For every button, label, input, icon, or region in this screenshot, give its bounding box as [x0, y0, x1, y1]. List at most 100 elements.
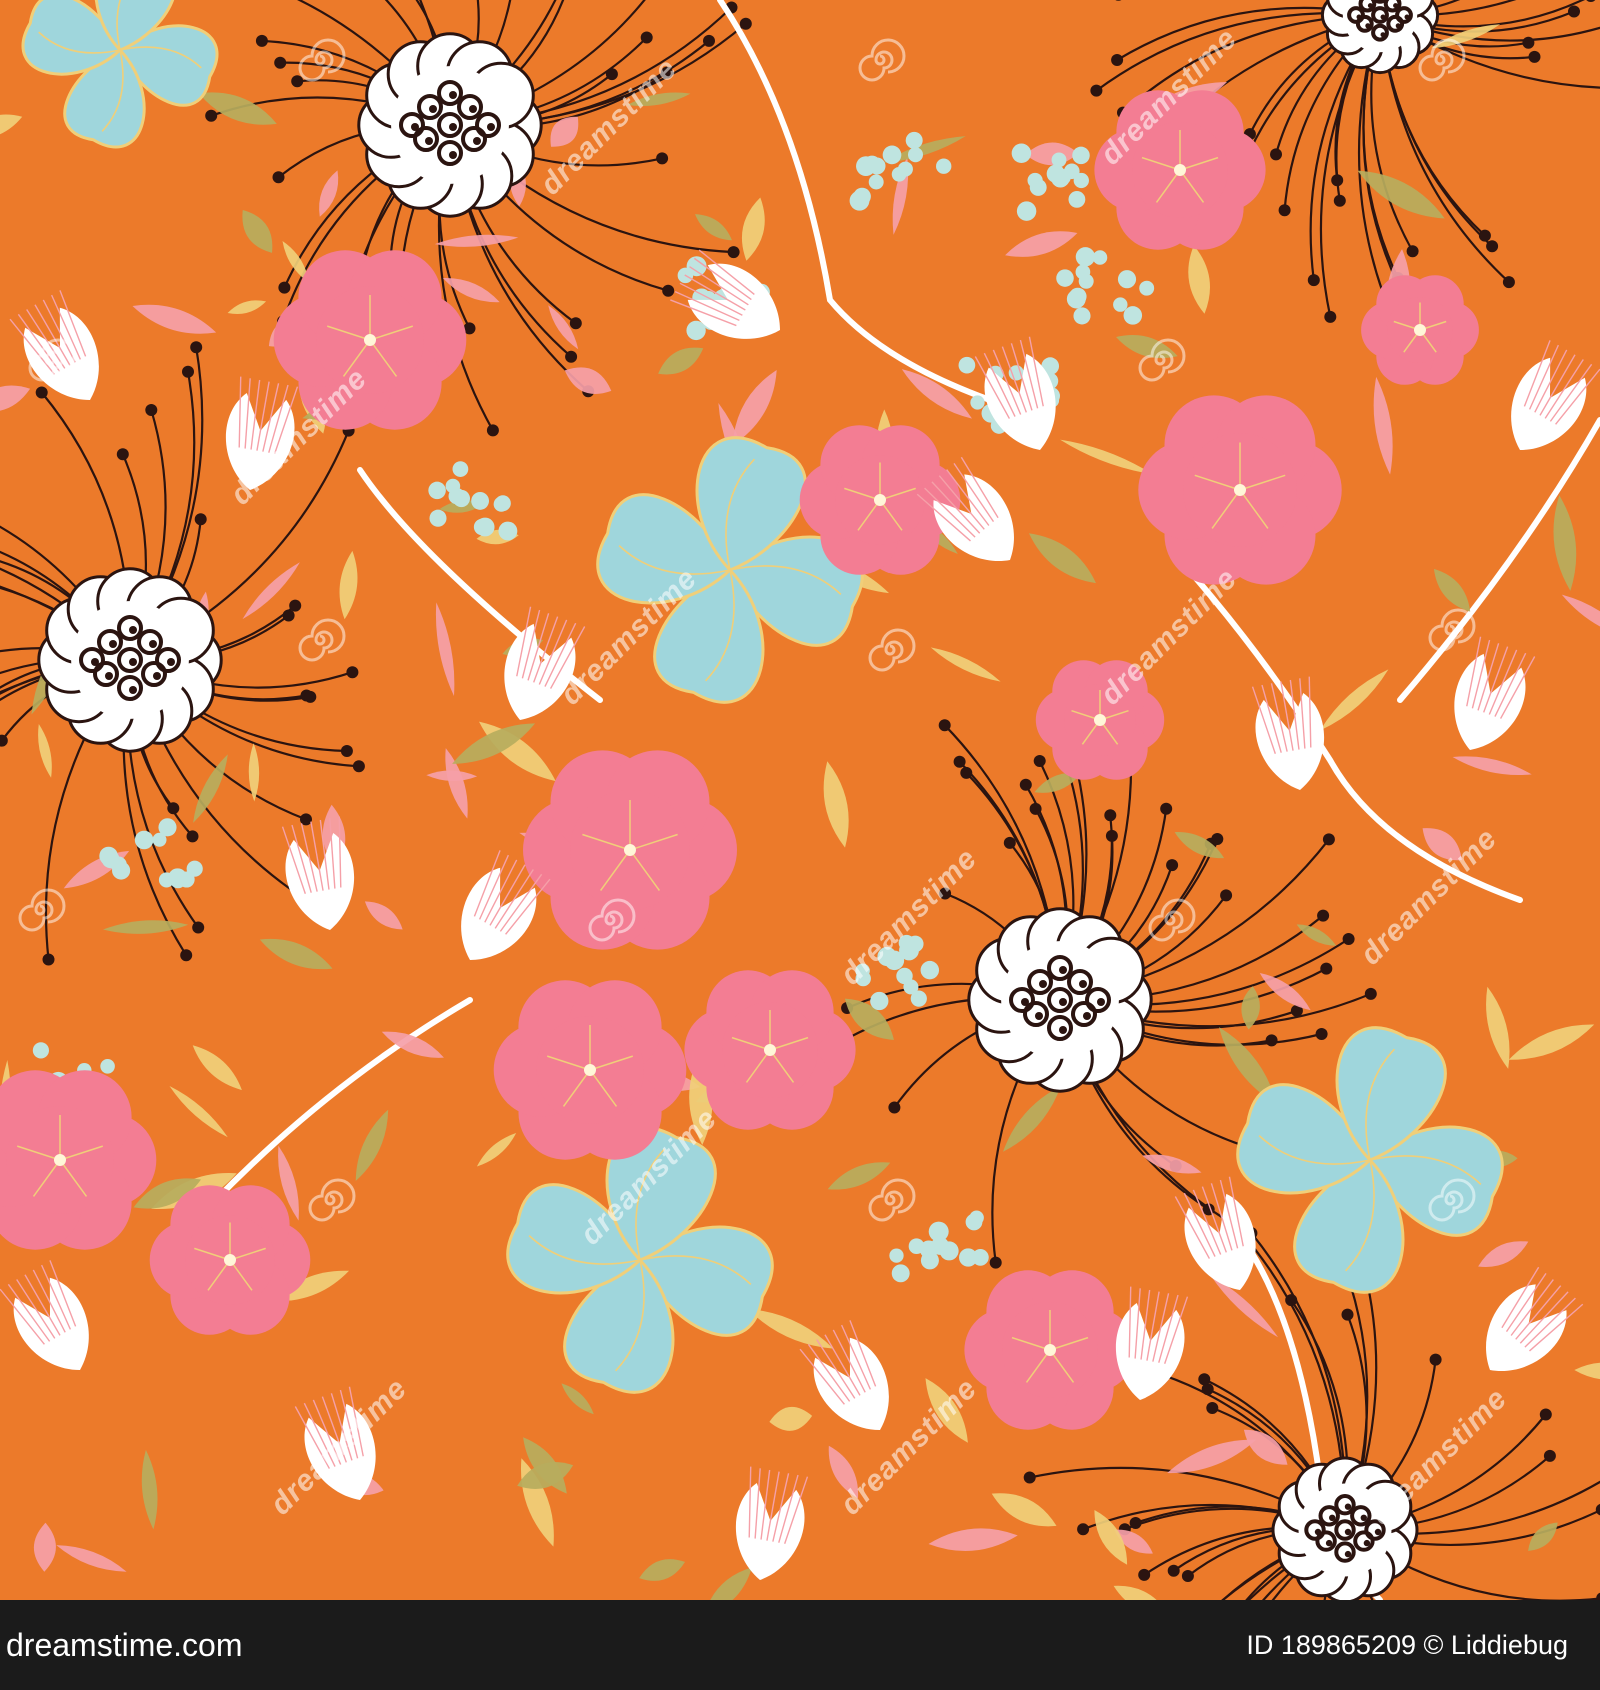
- stamen-dot: [1429, 1353, 1442, 1366]
- stamen-dot: [1206, 1402, 1219, 1414]
- doodle-dot: [153, 672, 161, 680]
- berry: [1139, 280, 1155, 296]
- swirl-watermark-icon: [868, 1178, 916, 1222]
- stamen-dot: [304, 690, 317, 703]
- berry: [1117, 270, 1137, 289]
- stamen-dot: [190, 341, 203, 354]
- doodle-dot: [473, 137, 481, 145]
- stamen-dot: [662, 284, 675, 297]
- stamen-dot: [989, 1256, 1002, 1269]
- pink-dot: [584, 1064, 596, 1076]
- berry: [1056, 269, 1074, 287]
- stamen-dot: [960, 766, 973, 779]
- berry: [186, 860, 203, 877]
- stamen-dot: [703, 34, 715, 47]
- berry: [429, 509, 447, 527]
- swirl-watermark-icon: [298, 38, 346, 82]
- berry: [498, 521, 518, 541]
- pink-dot: [764, 1044, 776, 1056]
- stamen-dot: [1270, 148, 1282, 161]
- doodle-dot: [1395, 23, 1401, 29]
- pink-dot: [874, 494, 886, 506]
- doodle-dot: [1380, 14, 1386, 20]
- swirl-watermark-icon: [1428, 1178, 1476, 1222]
- doodle-dot: [449, 91, 457, 99]
- pink-dot: [224, 1254, 236, 1266]
- stamen-dot: [1105, 829, 1118, 842]
- stamen-dot: [569, 317, 582, 330]
- doodle-dot: [429, 105, 437, 113]
- stamen-dot: [192, 921, 205, 934]
- berry: [452, 461, 469, 477]
- stamen-dot: [1160, 802, 1173, 815]
- footer-bar: dreamstime.com ID 189865209 © Liddiebug: [0, 1600, 1600, 1690]
- stamen-dot: [1278, 204, 1291, 217]
- berry: [494, 495, 511, 512]
- stamen-dot: [1003, 836, 1016, 849]
- berry: [870, 991, 889, 1011]
- berry: [882, 145, 902, 165]
- berry: [907, 147, 924, 163]
- stamen-dot: [1181, 1570, 1194, 1582]
- berry: [686, 320, 706, 341]
- doodle-dot: [1363, 1539, 1371, 1547]
- berry: [1011, 143, 1032, 163]
- berry: [168, 868, 188, 888]
- berry: [452, 489, 471, 508]
- berry: [897, 161, 913, 177]
- doodle-dot: [1097, 998, 1105, 1006]
- stamen-dot: [1342, 933, 1355, 945]
- doodle-dot: [129, 658, 137, 666]
- stamen-dot: [1543, 1449, 1556, 1462]
- doodle-dot: [1059, 1026, 1067, 1034]
- doodle-dot: [449, 123, 457, 131]
- pink-dot: [54, 1154, 66, 1166]
- berry: [152, 832, 167, 847]
- berry: [100, 1059, 115, 1074]
- swirl-watermark-icon: [1148, 898, 1196, 942]
- doodle-dot: [1325, 1539, 1333, 1547]
- stamen-dot: [1198, 1373, 1211, 1386]
- berry: [1113, 297, 1128, 312]
- berry: [919, 1240, 938, 1259]
- stamen-dot: [1220, 889, 1233, 902]
- pink-dot: [364, 334, 376, 346]
- doodle-dot: [1021, 998, 1029, 1006]
- swirl-watermark-icon: [298, 618, 346, 662]
- swirl-watermark-icon: [868, 628, 916, 672]
- doodle-dot: [167, 658, 175, 666]
- stamen-dot: [1539, 1408, 1552, 1421]
- berry: [1066, 289, 1086, 309]
- berry: [920, 960, 940, 980]
- stamen-dot: [167, 802, 180, 815]
- doodle-dot: [1356, 14, 1362, 20]
- stamen-dot: [1528, 50, 1541, 63]
- stamen-dot: [278, 281, 291, 294]
- stamen-dot: [1265, 1034, 1278, 1047]
- stamen-dot: [186, 830, 199, 843]
- stamen-dot: [205, 109, 218, 122]
- doodle-dot: [1059, 966, 1067, 974]
- stamen-dot: [1019, 778, 1032, 791]
- stamen-dot: [1478, 229, 1491, 242]
- pink-dot: [1174, 164, 1186, 176]
- stamen-dot: [1138, 1568, 1151, 1581]
- stamen-dot: [953, 755, 966, 768]
- stamen-dot: [1104, 809, 1117, 822]
- berry: [1027, 172, 1043, 188]
- stamen-dot: [1502, 276, 1515, 289]
- stamen-dot: [1029, 802, 1042, 815]
- swirl-watermark-icon: [1418, 38, 1466, 82]
- berry: [958, 356, 976, 374]
- stamen-dot: [182, 365, 194, 378]
- doodle-dot: [1374, 1528, 1382, 1536]
- stamen-dot: [640, 31, 653, 44]
- pink-dot: [1234, 484, 1246, 496]
- stamen-dot: [274, 56, 287, 69]
- swirl-watermark-icon: [1138, 338, 1186, 382]
- stamen-dot: [1364, 987, 1377, 1000]
- swirl-watermark-icon: [28, 338, 76, 382]
- stamen-dot: [739, 17, 752, 30]
- berry: [896, 967, 913, 985]
- stamen-dot: [1111, 54, 1124, 66]
